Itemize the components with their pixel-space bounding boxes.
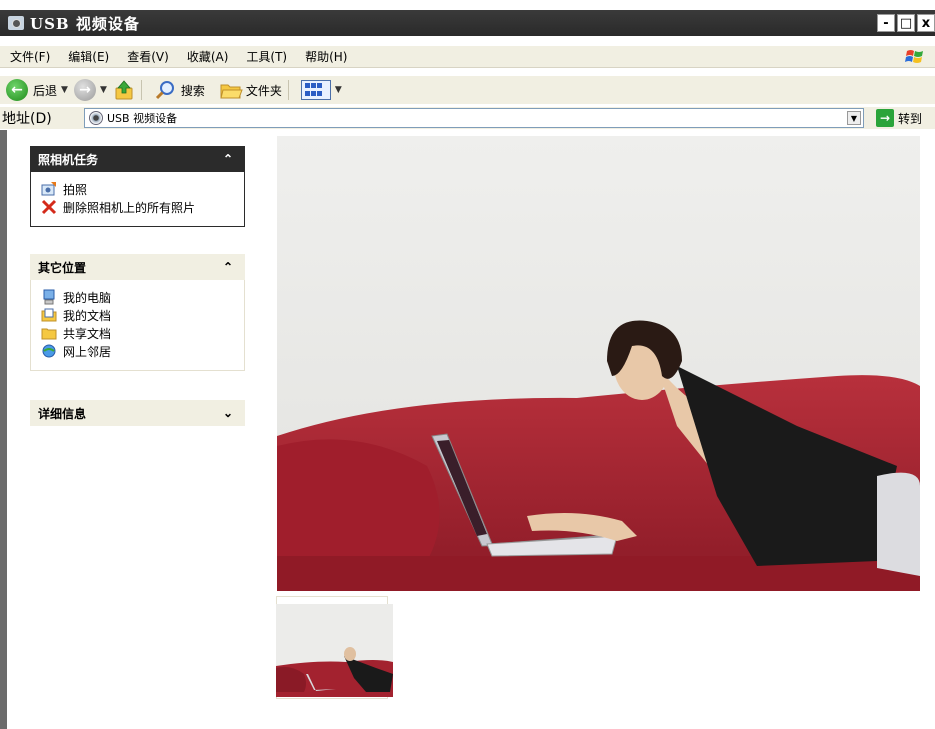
back-button[interactable]: ← 后退 ▼	[6, 79, 68, 101]
take-photo-icon	[41, 182, 56, 196]
place-my-computer[interactable]: 我的电脑	[41, 288, 236, 306]
menu-favorites[interactable]: 收藏(A)	[187, 48, 229, 65]
camera-preview-image	[277, 136, 920, 591]
other-places-body: 我的电脑 我的文档 共享文档 网上邻居	[30, 280, 245, 371]
window-left-edge	[0, 130, 7, 729]
go-arrow-icon: →	[876, 109, 894, 127]
task-take-photo[interactable]: 拍照	[41, 180, 236, 198]
minimize-button[interactable]: -	[877, 14, 895, 32]
toolbar: ← 后退 ▼ → ▼ 搜索 文件夹 ▼	[0, 76, 935, 104]
title-bar[interactable]: USB 视频设备 - □ x	[0, 10, 935, 36]
folders-label: 文件夹	[245, 83, 282, 98]
place-network-places[interactable]: 网上邻居	[41, 342, 236, 360]
panel-title: 照相机任务	[38, 152, 99, 167]
menu-help[interactable]: 帮助(H)	[305, 48, 347, 65]
webcam-icon	[89, 111, 103, 125]
task-delete-all-photos[interactable]: 删除照相机上的所有照片	[41, 198, 236, 216]
folders-icon	[220, 84, 243, 99]
place-label: 共享文档	[63, 326, 112, 341]
details-header[interactable]: 详细信息 ⌄	[30, 400, 245, 426]
folders-button[interactable]: 文件夹	[219, 79, 282, 101]
menu-bar: 文件(F) 编辑(E) 查看(V) 收藏(A) 工具(T) 帮助(H)	[0, 46, 935, 68]
expand-icon[interactable]: ⌄	[223, 406, 233, 420]
camera-tasks-panel: 照相机任务 ⌃ 拍照 删除照相机上的所有照片	[30, 146, 245, 227]
address-label: 地址(D)	[2, 111, 52, 127]
address-dropdown-button[interactable]: ▼	[847, 111, 861, 125]
task-label: 拍照	[63, 182, 88, 197]
panel-title: 详细信息	[38, 406, 87, 421]
address-value: USB 视频设备	[107, 112, 178, 125]
back-label: 后退	[33, 83, 58, 98]
folder-up-icon	[115, 80, 133, 100]
forward-button[interactable]: → ▼	[73, 79, 107, 101]
address-bar: 地址(D) USB 视频设备 ▼ → 转到	[0, 107, 935, 129]
toolbar-separator	[287, 80, 289, 100]
place-my-documents[interactable]: 我的文档	[41, 306, 236, 324]
menu-view[interactable]: 查看(V)	[127, 48, 169, 65]
address-field[interactable]: USB 视频设备 ▼	[84, 108, 864, 128]
task-label: 删除照相机上的所有照片	[63, 200, 196, 215]
camera-tasks-body: 拍照 删除照相机上的所有照片	[30, 172, 245, 227]
place-label: 网上邻居	[63, 344, 112, 359]
panel-title: 其它位置	[38, 260, 87, 275]
views-icon	[300, 80, 331, 100]
forward-arrow-icon: →	[73, 79, 96, 101]
search-label: 搜索	[180, 83, 205, 98]
explorer-window: USB 视频设备 - □ x 文件(F) 编辑(E) 查看(V) 收藏(A) 工…	[0, 0, 935, 729]
window-controls: - □ x	[877, 14, 935, 32]
delete-icon	[41, 199, 57, 215]
my-computer-icon	[43, 289, 55, 305]
search-button[interactable]: 搜索	[154, 79, 205, 101]
place-label: 我的文档	[63, 308, 112, 323]
menu-edit[interactable]: 编辑(E)	[68, 48, 109, 65]
chevron-down-icon: ▼	[334, 85, 342, 95]
up-button[interactable]	[113, 79, 135, 101]
toolbar-separator	[140, 80, 142, 100]
place-shared-documents[interactable]: 共享文档	[41, 324, 236, 342]
my-documents-icon	[41, 308, 57, 322]
photo-thumbnail[interactable]	[276, 604, 393, 697]
menu-tools[interactable]: 工具(T)	[246, 48, 287, 65]
maximize-button[interactable]: □	[897, 14, 915, 32]
close-button[interactable]: x	[917, 14, 935, 32]
go-button[interactable]: → 转到	[876, 109, 922, 127]
chevron-down-icon: ▼	[61, 85, 68, 95]
other-places-panel: 其它位置 ⌃ 我的电脑 我的文档 共享文档 网上邻居	[30, 254, 245, 371]
chevron-down-icon: ▼	[99, 85, 107, 95]
network-places-icon	[42, 344, 56, 358]
views-button[interactable]: ▼	[300, 80, 342, 100]
place-label: 我的电脑	[63, 290, 112, 305]
go-label: 转到	[898, 111, 923, 126]
camera-tasks-header[interactable]: 照相机任务 ⌃	[30, 146, 245, 172]
windows-logo-icon	[905, 50, 923, 63]
menu-file[interactable]: 文件(F)	[10, 48, 50, 65]
other-places-header[interactable]: 其它位置 ⌃	[30, 254, 245, 280]
search-icon	[155, 81, 174, 100]
shared-documents-icon	[41, 328, 57, 340]
collapse-icon[interactable]: ⌃	[223, 152, 233, 166]
camera-icon	[8, 16, 24, 30]
window-title: USB 视频设备	[30, 14, 140, 33]
back-arrow-icon: ←	[6, 79, 28, 101]
collapse-icon[interactable]: ⌃	[223, 260, 233, 274]
details-panel: 详细信息 ⌄	[30, 400, 245, 426]
